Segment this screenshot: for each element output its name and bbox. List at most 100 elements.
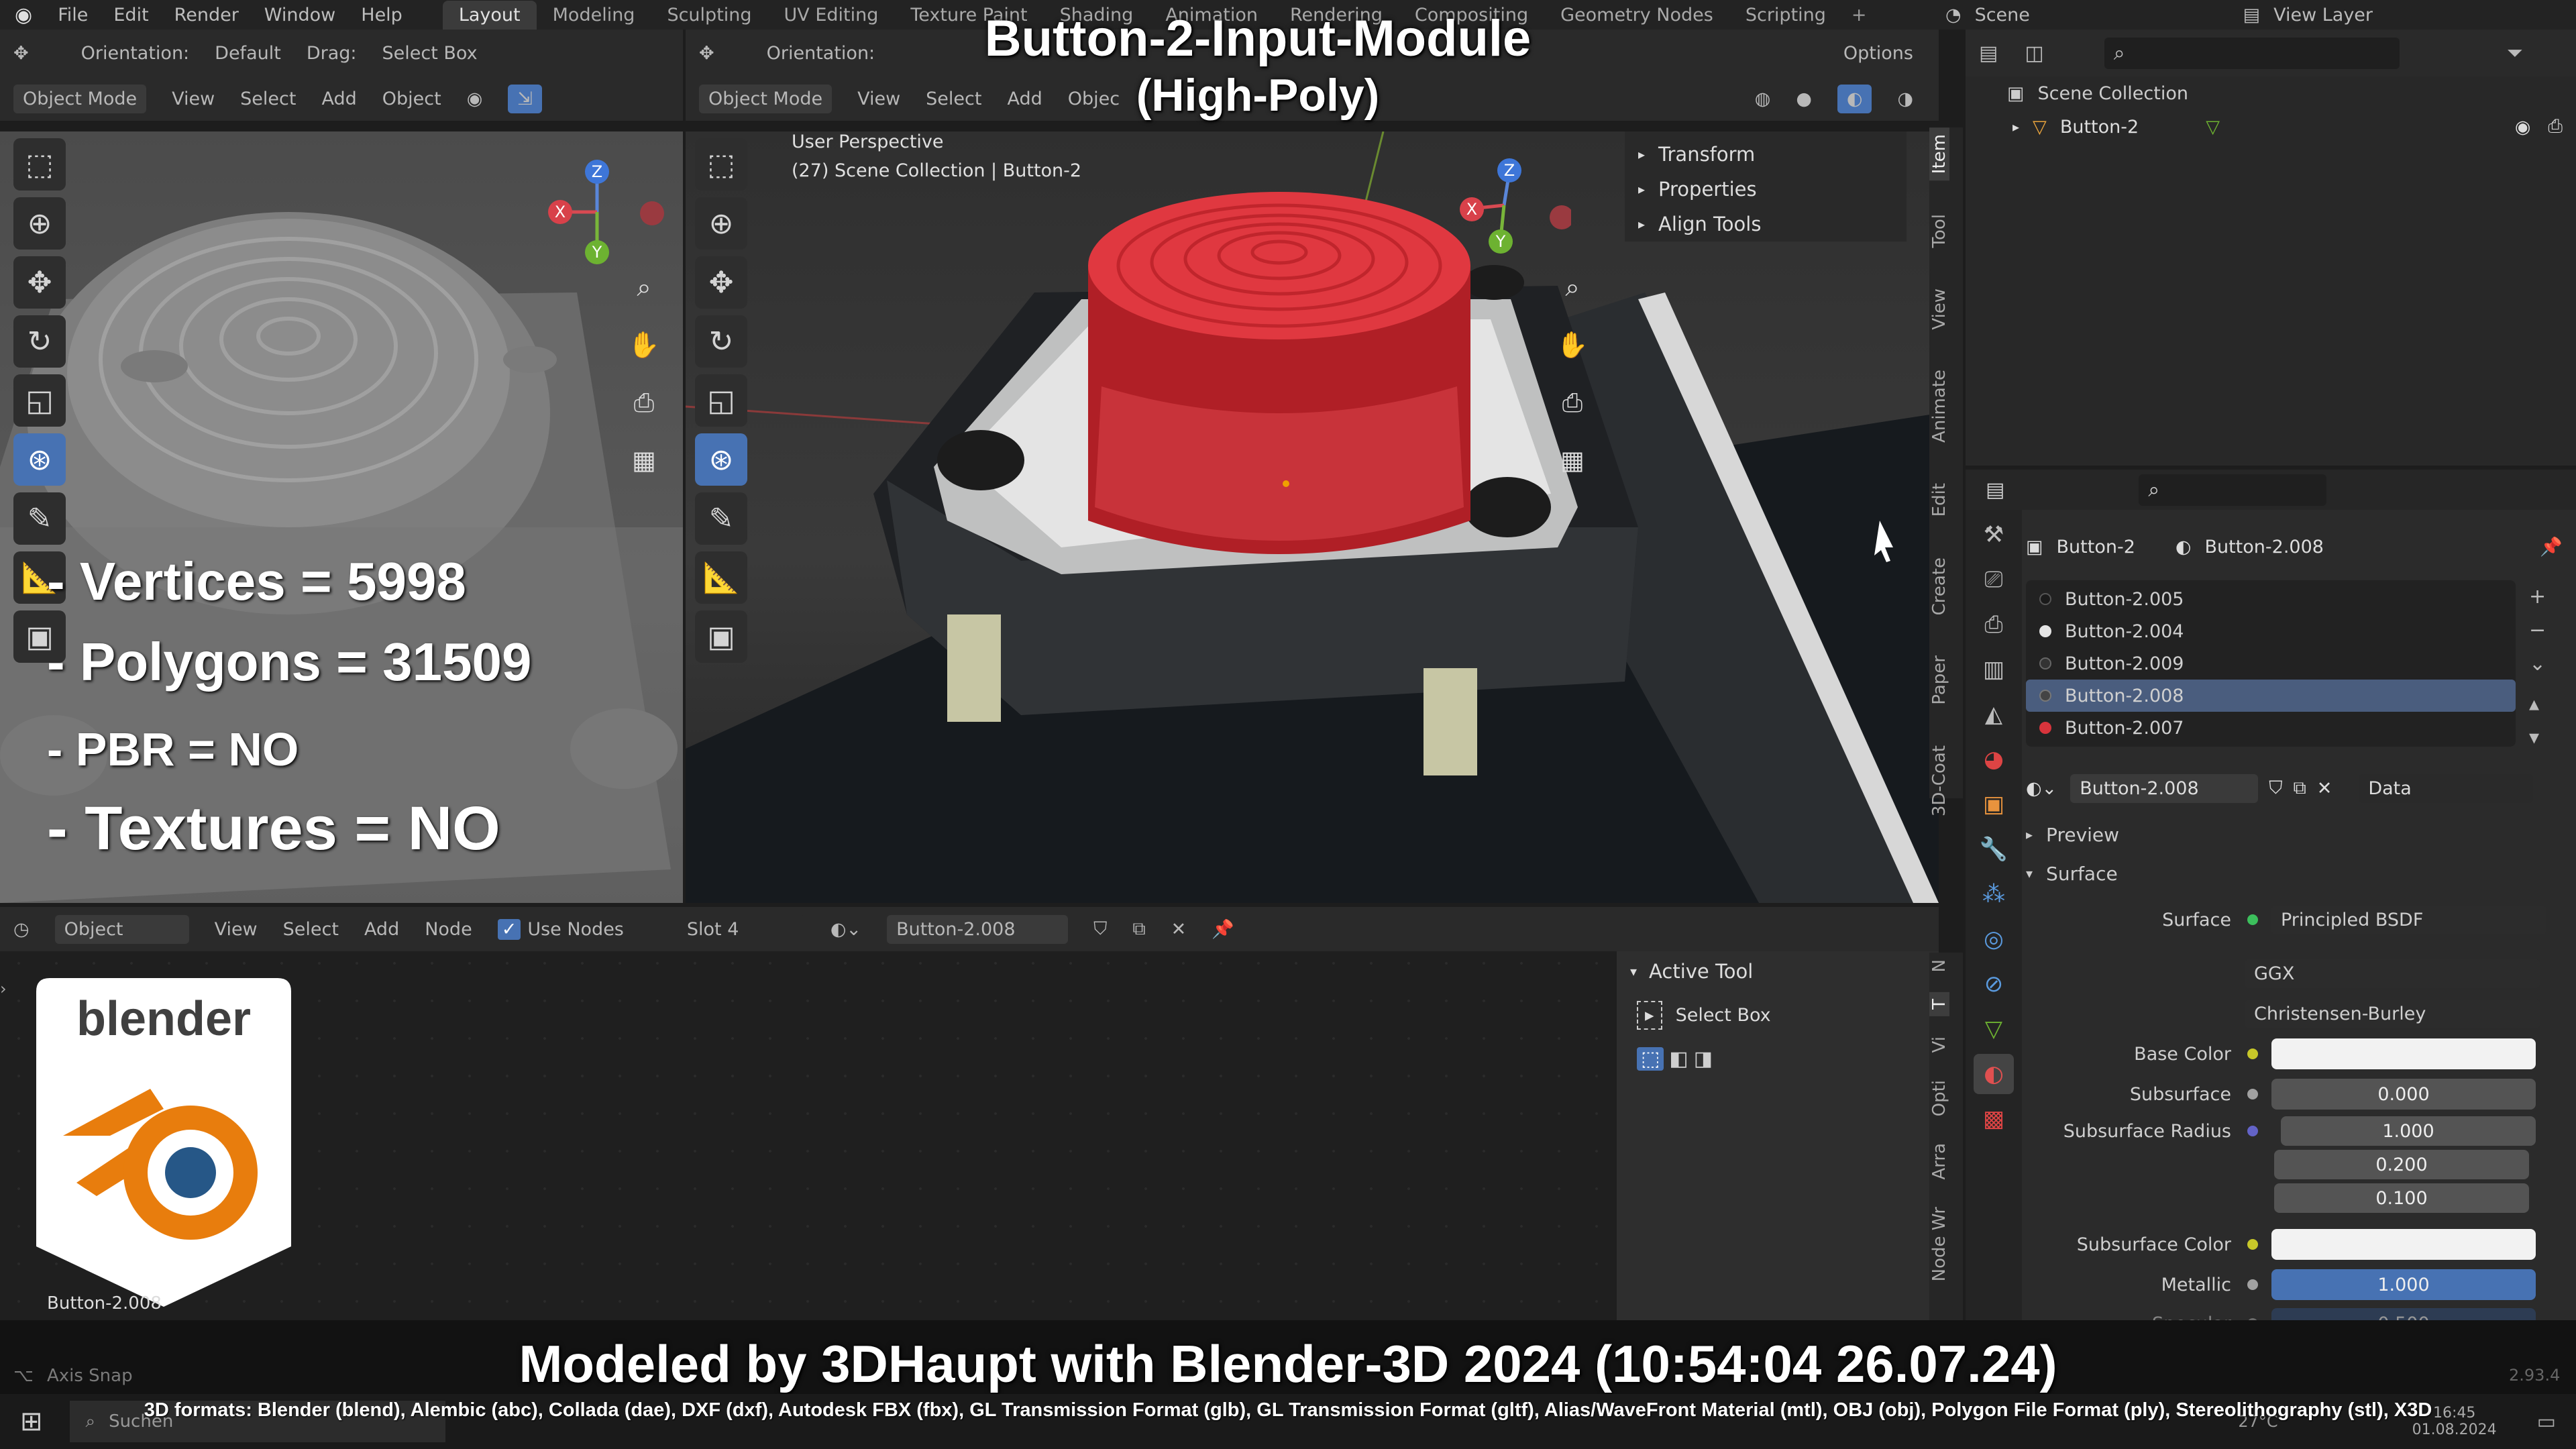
tab-edit[interactable]: Edit [1929,476,1949,523]
tab-create[interactable]: Create [1929,551,1949,622]
left-viewport[interactable]: ⬚ ⊕ ✥ ↻ ◱ ⊛ ✎ 📐 ▣ Z X Y ⌕ ✋ ⎙ ▦ - Vertic… [0,131,683,903]
object-tab-icon[interactable]: ▣ [1974,784,2014,824]
grid-icon[interactable]: ▦ [623,439,665,482]
menu-window[interactable]: Window [264,5,335,25]
camera-icon[interactable]: ⎙ [1551,381,1594,424]
menu-select[interactable]: Select [283,919,339,940]
material-slot-list[interactable]: Button-2.005 Button-2.004 Button-2.009 B… [2026,580,2516,747]
subsurface-radius-z[interactable]: 0.100 [2274,1183,2529,1213]
material-browse-icon[interactable]: ◐⌄ [2026,778,2057,799]
distribution-dropdown[interactable]: GGX [2245,959,2540,988]
panel-align-tools[interactable]: ▸ Align Tools [1638,207,1893,241]
menu-object[interactable]: Object [382,89,441,109]
measure-tool-icon[interactable]: 📐 [695,551,747,604]
pan-hand-icon[interactable]: ✋ [623,323,665,366]
transform-tool-icon[interactable]: ⊛ [13,433,66,486]
blender-menu-icon[interactable]: ◉ [15,3,32,27]
material-slot[interactable]: Button-2.005 [2026,583,2516,615]
transform-pivot-icon[interactable]: ✥ [13,43,29,64]
display-mode-icon[interactable]: ◫ [2025,42,2043,65]
camera-visibility-icon[interactable]: ⎙ [2548,116,2563,138]
zoom-icon[interactable]: ⌕ [1551,266,1594,309]
tab-tool[interactable]: T [1929,992,1949,1017]
pin-icon[interactable]: 📌 [1212,918,1234,940]
subsurface-field[interactable]: 0.000 [2271,1079,2536,1110]
add-slot-icon[interactable]: + [2529,580,2546,614]
tab-node-wrangler[interactable]: Node Wr [1929,1200,1949,1288]
visibility-icon[interactable]: ◉ [467,89,483,109]
tab-3d-coat[interactable]: 3D-Coat [1929,739,1949,823]
menu-add[interactable]: Add [321,89,356,109]
gizmo-toggle-icon[interactable]: ⇲ [508,84,542,113]
menu-select[interactable]: Select [240,89,296,109]
move-tool-icon[interactable]: ✥ [695,256,747,309]
rotate-tool-icon[interactable]: ↻ [13,315,66,368]
material-slot[interactable]: Button-2.007 [2026,712,2516,744]
material-slot-selected[interactable]: Button-2.008 [2026,680,2516,712]
transform-tool-icon[interactable]: ⊛ [695,433,747,486]
viewport-shading-wire-icon[interactable]: ◍ [1755,89,1771,109]
viewport-shading-rendered-icon[interactable]: ◑ [1897,89,1913,109]
fake-user-icon[interactable]: ⛉ [2269,777,2282,799]
eye-icon[interactable]: ◉ [2515,117,2531,138]
menu-node[interactable]: Node [425,919,472,940]
annotate-tool-icon[interactable]: ✎ [13,492,66,545]
subsurface-radius-y[interactable]: 0.200 [2274,1150,2529,1179]
tab-options[interactable]: Opti [1929,1073,1949,1123]
menu-add[interactable]: Add [364,919,399,940]
properties-search-icon[interactable]: ⌕ [2139,474,2327,506]
select-new-icon[interactable]: ⬚ [1637,1046,1664,1071]
orientation-dropdown[interactable]: Default [215,43,281,64]
unlink-material-icon[interactable]: ✕ [2317,778,2332,799]
viewport-shading-solid-icon[interactable]: ● [1796,89,1812,109]
menu-view[interactable]: View [215,919,258,940]
viewport-shading-material-icon[interactable]: ◐ [1837,84,1872,113]
tab-tool[interactable]: Tool [1929,207,1949,255]
tool-tab-icon[interactable]: ⚒ [1974,515,2014,555]
unlink-material-icon[interactable]: ✕ [1171,919,1187,940]
tab-array[interactable]: Arra [1929,1136,1949,1187]
menu-file[interactable]: File [58,5,88,25]
duplicate-material-icon[interactable]: ⧉ [1132,918,1145,940]
link-data-dropdown[interactable]: Data [2359,773,2534,803]
drag-dropdown[interactable]: Select Box [382,43,477,64]
main-viewport[interactable]: ⬚ ⊕ ✥ ↻ ◱ ⊛ ✎ 📐 ▣ User Perspective (27) … [686,131,1939,903]
transform-pivot-icon[interactable]: ✥ [699,43,714,64]
surface-section-header[interactable]: ▾ Surface [2026,854,2569,893]
outliner-scene-collection[interactable]: ▣ Scene Collection [1966,76,2576,110]
tab-node[interactable]: N [1929,953,1949,979]
pin-icon[interactable]: 📌 [2540,536,2563,557]
preview-section-header[interactable]: ▸ Preview [2026,815,2569,854]
constraints-tab-icon[interactable]: ⊘ [1974,964,2014,1004]
tab-item[interactable]: Item [1929,127,1949,181]
move-tool-icon[interactable]: ✥ [13,256,66,309]
subsurface-color-swatch[interactable] [2271,1229,2536,1260]
active-tool-row[interactable]: ▸ Select Box [1617,991,1939,1038]
tab-scripting[interactable]: Scripting [1729,1,1842,30]
tab-modeling[interactable]: Modeling [537,1,651,30]
node-toolbar-expand-icon[interactable]: › [0,979,7,998]
tab-layout[interactable]: Layout [442,0,537,30]
tab-paper[interactable]: Paper [1929,649,1949,712]
material-slot[interactable]: Button-2.009 [2026,647,2516,680]
expand-arrow-icon[interactable]: ▸ [2012,119,2019,135]
rotate-tool-icon[interactable]: ↻ [695,315,747,368]
grid-icon[interactable]: ▦ [1551,439,1594,482]
panel-transform[interactable]: ▸ Transform [1638,137,1893,172]
output-tab-icon[interactable]: ⎙ [1974,604,2014,645]
scale-tool-icon[interactable]: ◱ [13,374,66,427]
menu-view[interactable]: View [172,89,215,109]
base-color-swatch[interactable] [2271,1038,2536,1069]
duplicate-material-icon[interactable]: ⧉ [2293,777,2306,799]
navigation-gizmo[interactable]: Z X Y [1437,145,1571,279]
active-tool-header[interactable]: ▾ Active Tool [1617,951,1939,991]
move-slot-up-icon[interactable]: ▴ [2529,688,2546,721]
metallic-slider[interactable]: 1.000 [2271,1269,2536,1300]
fake-user-icon[interactable]: ⛉ [1093,918,1107,940]
navigation-gizmo[interactable]: Z X Y [530,145,664,279]
modifier-tab-icon[interactable]: 🔧 [1974,829,2014,869]
select-box-tool-icon[interactable]: ⬚ [13,138,66,191]
pan-hand-icon[interactable]: ✋ [1551,323,1594,366]
render-tab-icon[interactable]: ⎚ [1974,559,2014,600]
use-nodes-checkbox[interactable]: ✓ [497,918,521,940]
